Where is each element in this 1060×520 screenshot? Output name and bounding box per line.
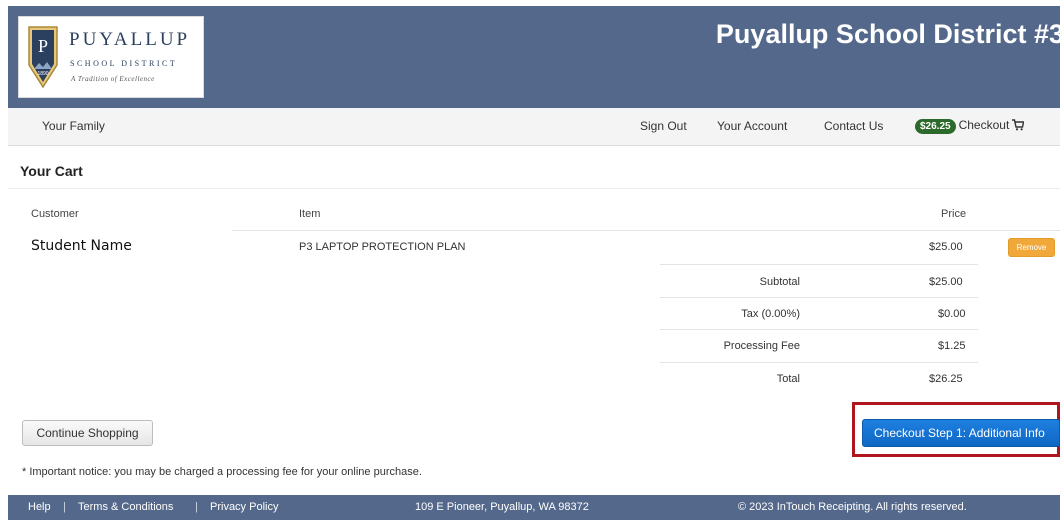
shield-letter: P bbox=[38, 36, 48, 56]
shield-year: 1890 bbox=[37, 71, 48, 77]
site-title: Puyallup School District #3 bbox=[715, 19, 1060, 49]
row-divider bbox=[660, 264, 978, 265]
summary-divider bbox=[660, 297, 978, 298]
summary-divider bbox=[660, 329, 978, 330]
page-title: Your Cart bbox=[20, 163, 83, 179]
processing-fee-label: Processing Fee bbox=[723, 340, 800, 352]
continue-shopping-button[interactable]: Continue Shopping bbox=[22, 420, 153, 446]
remove-item-button[interactable]: Remove bbox=[1008, 238, 1055, 257]
title-divider bbox=[8, 188, 1060, 189]
subtotal-label: Subtotal bbox=[759, 276, 800, 288]
site-footer: Help | Terms & Conditions | Privacy Poli… bbox=[8, 495, 1060, 520]
top-nav: Your Family Sign Out Your Account Contac… bbox=[8, 108, 1060, 146]
column-header-customer: Customer bbox=[31, 208, 79, 220]
nav-your-family[interactable]: Your Family bbox=[42, 119, 105, 133]
checkout-step-1-button[interactable]: Checkout Step 1: Additional Info bbox=[862, 419, 1060, 447]
processing-fee-notice: * Important notice: you may be charged a… bbox=[22, 466, 422, 478]
footer-address: 109 E Pioneer, Puyallup, WA 98372 bbox=[415, 501, 589, 513]
logo-subtitle: SCHOOL DISTRICT bbox=[70, 59, 178, 68]
summary-divider bbox=[660, 362, 978, 363]
item-name: P3 LAPTOP PROTECTION PLAN bbox=[299, 241, 466, 253]
site-header: P 1890 PUYALLUP SCHOOL DISTRICT A Tradit… bbox=[8, 6, 1060, 108]
nav-your-account[interactable]: Your Account bbox=[717, 119, 787, 133]
nav-contact-us[interactable]: Contact Us bbox=[824, 119, 883, 133]
header-divider bbox=[232, 230, 1060, 231]
total-value: $26.25 bbox=[929, 373, 963, 385]
nav-checkout[interactable]: $26.25 Checkout bbox=[915, 118, 1025, 134]
customer-name: Student Name bbox=[31, 238, 132, 254]
column-header-price: Price bbox=[941, 208, 967, 220]
footer-privacy-link[interactable]: Privacy Policy bbox=[210, 501, 278, 513]
cart-total-badge: $26.25 bbox=[915, 119, 956, 134]
nav-sign-out[interactable]: Sign Out bbox=[640, 119, 687, 133]
nav-checkout-label: Checkout bbox=[958, 118, 1010, 132]
district-shield-icon: P 1890 bbox=[28, 26, 58, 89]
item-price: $25.00 bbox=[929, 241, 963, 253]
footer-separator: | bbox=[63, 501, 66, 513]
subtotal-value: $25.00 bbox=[929, 276, 963, 288]
total-label: Total bbox=[776, 373, 800, 385]
footer-copyright: © 2023 InTouch Receipting. All rights re… bbox=[738, 501, 967, 513]
processing-fee-value: $1.25 bbox=[938, 340, 966, 352]
tax-value: $0.00 bbox=[938, 308, 966, 320]
logo-name: PUYALLUP bbox=[69, 29, 191, 50]
footer-terms-link[interactable]: Terms & Conditions bbox=[78, 501, 173, 513]
shopping-cart-icon bbox=[1012, 119, 1025, 131]
column-header-item: Item bbox=[299, 208, 321, 220]
district-logo[interactable]: P 1890 PUYALLUP SCHOOL DISTRICT A Tradit… bbox=[18, 16, 204, 98]
footer-separator: | bbox=[195, 501, 198, 513]
logo-tagline: A Tradition of Excellence bbox=[71, 75, 155, 83]
footer-help-link[interactable]: Help bbox=[28, 501, 51, 513]
tax-label: Tax (0.00%) bbox=[741, 308, 800, 320]
